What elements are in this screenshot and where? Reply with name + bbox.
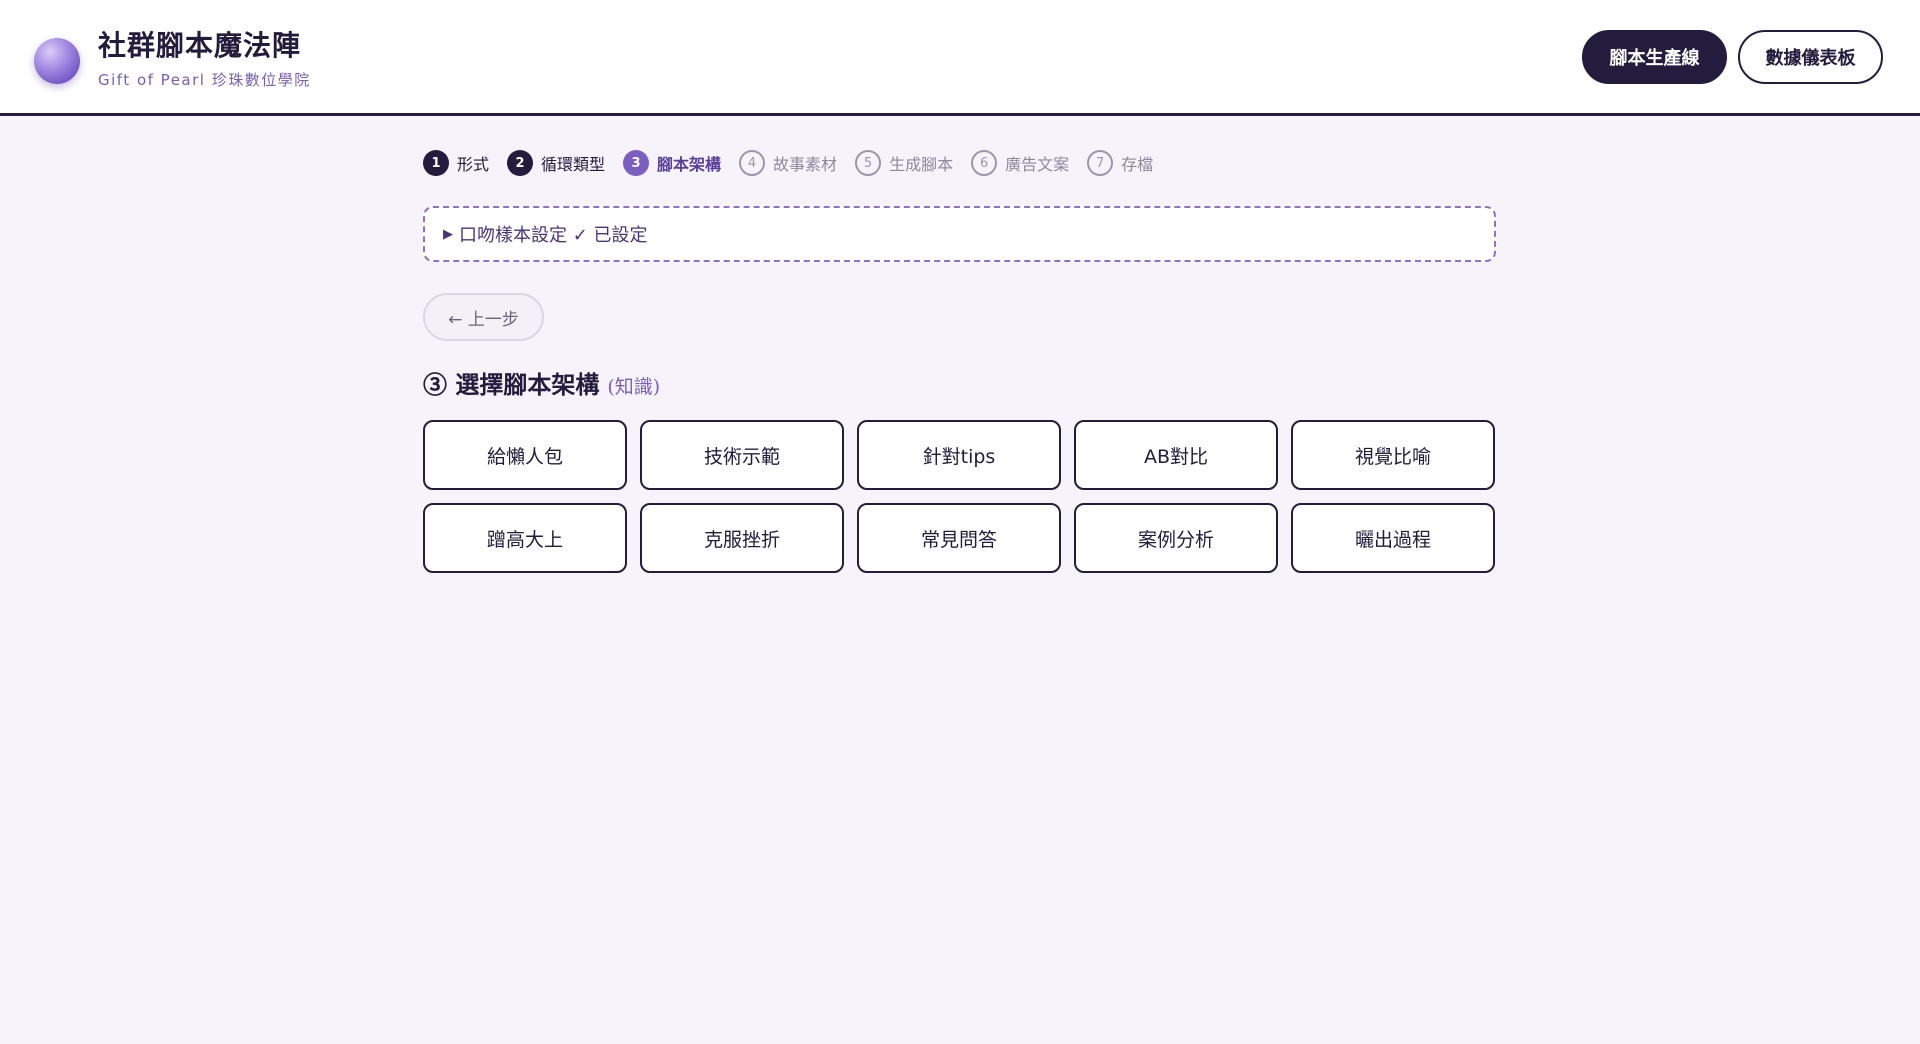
structure-option[interactable]: 曬出過程: [1291, 503, 1495, 573]
step-label: 形式: [457, 155, 490, 174]
structure-option[interactable]: 克服挫折: [640, 503, 844, 573]
step-number: 7: [1087, 150, 1114, 176]
structure-option[interactable]: 針對tips: [857, 420, 1061, 490]
main-content: 1 形式 2 循環類型 3 腳本架構 4 故事素材 5 生成腳本 6 廣告文案 …: [423, 150, 1496, 573]
section-title: ③ 選擇腳本架構 (知識): [423, 365, 1496, 400]
step-label: 存檔: [1121, 155, 1154, 174]
structure-option[interactable]: 蹭高大上: [423, 503, 627, 573]
expand-triangle-icon: ▶: [443, 226, 453, 242]
structure-option[interactable]: AB對比: [1074, 420, 1278, 490]
step-label: 循環類型: [541, 155, 606, 174]
app-subtitle: Gift of Pearl 珍珠數位學院: [98, 71, 311, 89]
structure-option[interactable]: 給懶人包: [423, 420, 627, 490]
nav-script-pipeline-button[interactable]: 腳本生產線: [1582, 30, 1727, 84]
structure-option[interactable]: 常見問答: [857, 503, 1061, 573]
step-label: 故事素材: [773, 155, 838, 174]
step-number: 1: [423, 150, 449, 176]
voice-sample-settings-toggle[interactable]: ▶ 口吻樣本設定 ✓ 已設定: [423, 206, 1496, 262]
step-number: 6: [971, 150, 998, 176]
brand-text: 社群腳本魔法陣 Gift of Pearl 珍珠數位學院: [98, 28, 311, 90]
step-2[interactable]: 2 循環類型: [507, 150, 605, 176]
section-title-text: ③ 選擇腳本架構: [423, 370, 600, 399]
step-label: 腳本架構: [657, 155, 722, 174]
top-nav: 腳本生產線 數據儀表板: [1582, 30, 1883, 84]
voice-sample-settings-label: 口吻樣本設定 ✓ 已設定: [459, 225, 648, 246]
step-label: 生成腳本: [889, 155, 954, 174]
stepper: 1 形式 2 循環類型 3 腳本架構 4 故事素材 5 生成腳本 6 廣告文案 …: [423, 150, 1496, 176]
brand: 社群腳本魔法陣 Gift of Pearl 珍珠數位學院: [34, 28, 311, 90]
structure-option[interactable]: 視覺比喻: [1291, 420, 1495, 490]
structure-option[interactable]: 技術示範: [640, 420, 844, 490]
app-title: 社群腳本魔法陣: [98, 29, 302, 62]
structure-options-grid: 給懶人包 技術示範 針對tips AB對比 視覺比喻 蹭高大上 克服挫折 常見問…: [423, 420, 1496, 573]
pearl-icon: [34, 38, 80, 84]
step-number: 3: [623, 150, 650, 176]
back-button[interactable]: ← 上一步: [423, 293, 544, 341]
section-category-tag: (知識): [607, 376, 661, 398]
step-5[interactable]: 5 生成腳本: [855, 150, 953, 176]
step-number: 2: [507, 150, 534, 176]
step-1[interactable]: 1 形式: [423, 150, 489, 176]
step-label: 廣告文案: [1005, 155, 1070, 174]
step-4[interactable]: 4 故事素材: [739, 150, 837, 176]
app-header: 社群腳本魔法陣 Gift of Pearl 珍珠數位學院 腳本生產線 數據儀表板: [0, 0, 1920, 116]
nav-dashboard-button[interactable]: 數據儀表板: [1738, 30, 1883, 84]
structure-option[interactable]: 案例分析: [1074, 503, 1278, 573]
step-number: 5: [855, 150, 882, 176]
step-number: 4: [739, 150, 766, 176]
step-3[interactable]: 3 腳本架構: [623, 150, 721, 176]
step-6[interactable]: 6 廣告文案: [971, 150, 1069, 176]
step-7[interactable]: 7 存檔: [1087, 150, 1153, 176]
